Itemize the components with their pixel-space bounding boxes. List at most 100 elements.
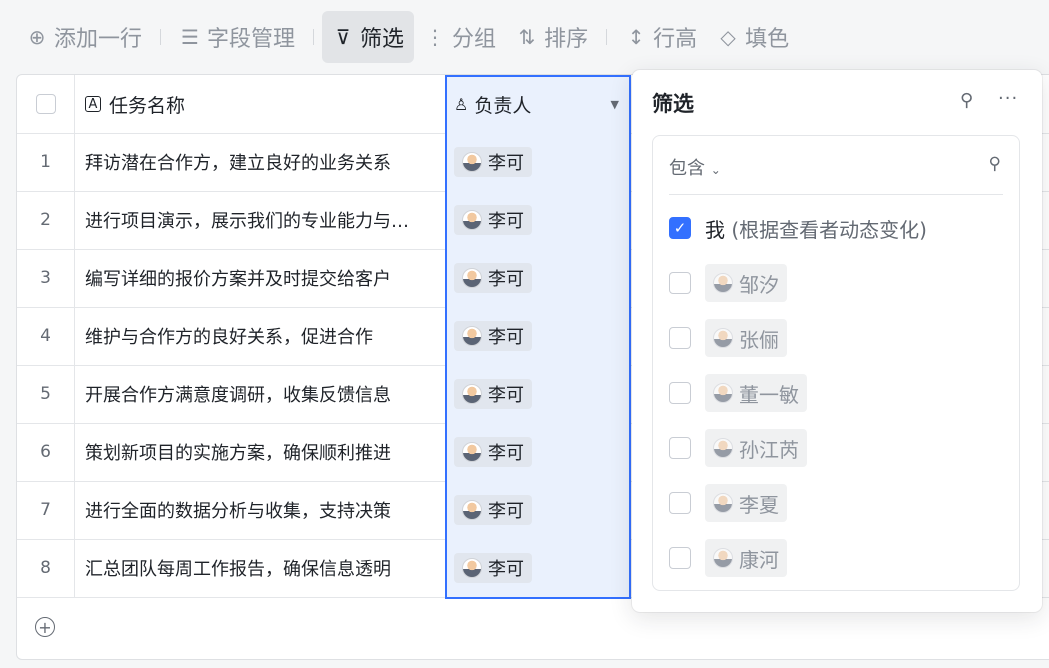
owner-cell[interactable]: 李可 <box>446 481 631 539</box>
owner-cell[interactable]: 李可 <box>446 539 631 597</box>
caret-down-icon[interactable]: ▼ <box>611 98 619 111</box>
select-all-cell <box>17 75 75 133</box>
row-height-button[interactable]: ↕ 行高 <box>615 11 707 63</box>
task-name-cell[interactable]: 策划新项目的实施方案，确保顺利推进 <box>75 423 446 481</box>
filter-panel-title: 筛选 <box>652 92 694 116</box>
owner-chip: 李可 <box>454 437 532 467</box>
task-name-cell[interactable]: 进行项目演示，展示我们的专业能力与… <box>75 191 446 249</box>
column-header-owner[interactable]: ♙ 负责人 ▼ <box>446 75 631 133</box>
more-icon[interactable]: ··· <box>998 88 1018 109</box>
avatar <box>713 328 733 348</box>
avatar <box>713 493 733 513</box>
column-header-label: 任务名称 <box>109 94 186 117</box>
person-icon: ♙ <box>454 94 469 114</box>
filter-button[interactable]: ⊽ 筛选 <box>322 11 415 63</box>
field-management-button[interactable]: ☰ 字段管理 <box>169 11 305 63</box>
person-chip: 康河 <box>705 539 787 577</box>
owner-name: 李可 <box>488 269 524 290</box>
avatar <box>462 326 482 346</box>
person-name: 李夏 <box>739 492 779 517</box>
owner-cell[interactable]: 李可 <box>446 307 631 365</box>
owner-cell[interactable]: 李可 <box>446 133 631 191</box>
task-name-cell[interactable]: 开展合作方满意度调研，收集反馈信息 <box>75 365 446 423</box>
owner-cell[interactable]: 李可 <box>446 191 631 249</box>
field-management-label: 字段管理 <box>207 27 296 52</box>
owner-name: 李可 <box>488 153 524 174</box>
sort-icon: ⇅ <box>518 25 536 49</box>
person-chip: 张俪 <box>705 319 787 357</box>
owner-chip: 李可 <box>454 321 532 351</box>
task-name-cell[interactable]: 维护与合作方的良好关系，促进合作 <box>75 307 446 365</box>
toolbar-divider <box>606 29 608 45</box>
row-number: 3 <box>17 249 75 307</box>
option-person[interactable]: 邹汐 <box>669 263 787 303</box>
avatar <box>462 210 482 230</box>
row-number: 1 <box>17 133 75 191</box>
person-checkbox[interactable] <box>669 492 691 514</box>
row-number: 2 <box>17 191 75 249</box>
option-person[interactable]: 董一敏 <box>669 373 807 413</box>
sort-button[interactable]: ⇅ 排序 <box>506 11 598 63</box>
owner-cell[interactable]: 李可 <box>446 249 631 307</box>
task-name-cell[interactable]: 编写详细的报价方案并及时提交给客户 <box>75 249 446 307</box>
option-me[interactable]: ✓ 我 (根据查看者动态变化) <box>669 208 927 248</box>
paint-bucket-icon: ◇ <box>720 25 736 49</box>
sort-label: 排序 <box>544 27 589 52</box>
add-row-label: 添加一行 <box>54 27 143 52</box>
task-name-cell[interactable]: 拜访潜在合作方，建立良好的业务关系 <box>75 133 446 191</box>
toolbar: ⊕ 添加一行 ☰ 字段管理 ⊽ 筛选 ⋮ 分组 ⇅ 排序 ↕ 行高 ◇ 填色 <box>0 0 1049 74</box>
person-checkbox[interactable] <box>669 437 691 459</box>
fill-color-label: 填色 <box>745 27 790 52</box>
person-chip: 孙江芮 <box>705 429 807 467</box>
owner-chip: 李可 <box>454 205 532 235</box>
person-name: 康河 <box>739 547 779 572</box>
owner-name: 李可 <box>488 327 524 348</box>
toolbar-divider <box>160 29 162 45</box>
filter-condition-box: 包含 ⌄ ⚲ ✓ 我 (根据查看者动态变化) 邹汐 张俪 董一敏 孙江芮 李夏 … <box>652 135 1020 591</box>
funnel-icon: ⊽ <box>335 25 351 49</box>
person-name: 张俪 <box>739 327 779 352</box>
avatar <box>462 558 482 578</box>
avatar <box>713 273 733 293</box>
avatar <box>462 384 482 404</box>
owner-chip: 李可 <box>454 553 532 583</box>
group-icon: ⋮ <box>425 25 446 49</box>
group-button[interactable]: ⋮ 分组 <box>414 11 506 63</box>
list-icon: ☰ <box>181 25 199 49</box>
option-person[interactable]: 孙江芮 <box>669 428 807 468</box>
row-height-label: 行高 <box>653 27 698 52</box>
avatar <box>462 268 482 288</box>
fill-color-button[interactable]: ◇ 填色 <box>707 11 799 63</box>
me-checkbox[interactable]: ✓ <box>669 217 691 239</box>
person-chip: 邹汐 <box>705 264 787 302</box>
column-header-task-name[interactable]: A 任务名称 <box>75 75 446 133</box>
search-icon[interactable]: ⚲ <box>989 154 1001 174</box>
task-name-cell[interactable]: 进行全面的数据分析与收集，支持决策 <box>75 481 446 539</box>
filter-label: 筛选 <box>360 27 405 52</box>
avatar <box>713 383 733 403</box>
owner-cell[interactable]: 李可 <box>446 365 631 423</box>
owner-chip: 李可 <box>454 263 532 293</box>
me-option-label: 我 (根据查看者动态变化) <box>705 214 927 243</box>
person-checkbox[interactable] <box>669 272 691 294</box>
filter-panel: 筛选 ⚲ ··· 包含 ⌄ ⚲ ✓ 我 (根据查看者动态变化) 邹汐 张俪 董一… <box>632 70 1042 612</box>
person-name: 邹汐 <box>739 272 779 297</box>
group-label: 分组 <box>452 27 497 52</box>
pin-icon[interactable]: ⚲ <box>960 90 973 111</box>
add-row-button[interactable]: ⊕ 添加一行 <box>16 11 152 63</box>
owner-name: 李可 <box>488 501 524 522</box>
option-person[interactable]: 康河 <box>669 538 787 578</box>
task-name-cell[interactable]: 汇总团队每周工作报告，确保信息透明 <box>75 539 446 597</box>
me-label: 我 <box>705 217 725 242</box>
select-all-checkbox[interactable] <box>35 94 56 114</box>
person-checkbox[interactable] <box>669 382 691 404</box>
person-checkbox[interactable] <box>669 547 691 569</box>
option-person[interactable]: 张俪 <box>669 318 787 358</box>
person-checkbox[interactable] <box>669 327 691 349</box>
row-height-icon: ↕ <box>627 25 645 49</box>
option-person[interactable]: 李夏 <box>669 483 787 523</box>
add-record-icon[interactable]: + <box>35 617 55 637</box>
divider <box>669 194 1003 195</box>
owner-cell[interactable]: 李可 <box>446 423 631 481</box>
operator-dropdown[interactable]: 包含 ⌄ <box>669 154 721 180</box>
